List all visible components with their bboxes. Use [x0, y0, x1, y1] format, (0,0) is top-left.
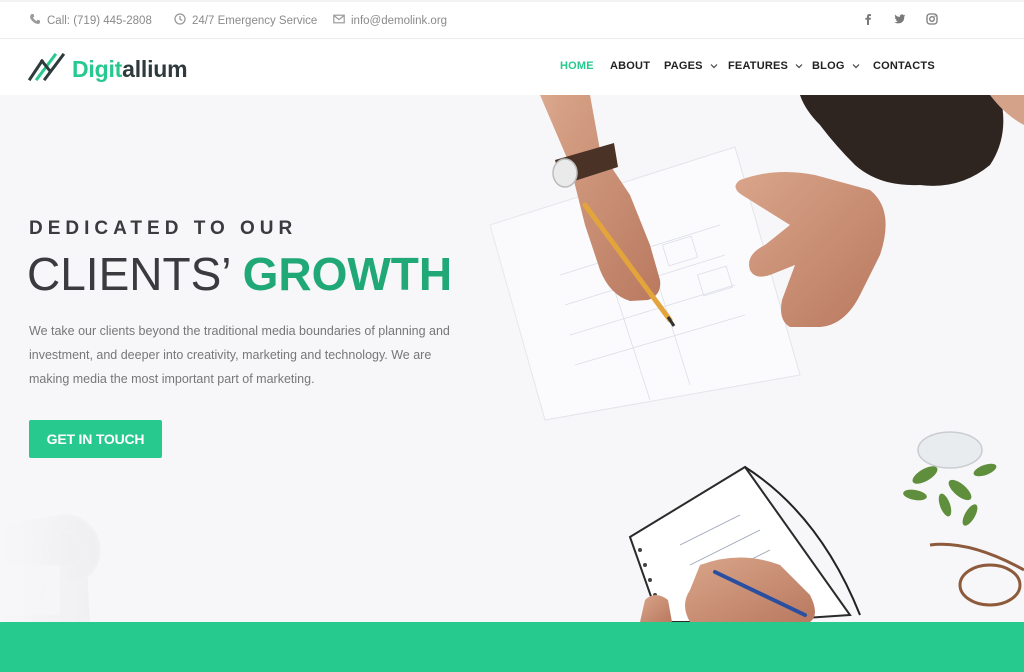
twitter-icon[interactable]: [892, 11, 908, 27]
nav-features[interactable]: FEATURES: [728, 60, 803, 72]
main-nav: HOME ABOUT PAGES FEATURES BLOG CONTACTS: [0, 60, 1024, 76]
nav-contacts[interactable]: CONTACTS: [873, 60, 935, 72]
hero-headline: CLIENTS’ GROWTH: [27, 245, 452, 303]
nav-pages[interactable]: PAGES: [664, 60, 718, 72]
mail-icon: [333, 13, 345, 28]
headline-light: CLIENTS’: [27, 248, 230, 300]
nav-pages-label: PAGES: [664, 60, 703, 72]
facebook-icon[interactable]: [860, 11, 876, 27]
get-in-touch-button[interactable]: GET IN TOUCH: [29, 420, 162, 458]
top-divider: [0, 0, 1024, 2]
top-bar: Call: (719) 445-2808 24/7 Emergency Serv…: [0, 0, 1024, 39]
chevron-down-icon: [852, 60, 860, 72]
nav-home[interactable]: HOME: [560, 60, 594, 72]
nav-about[interactable]: ABOUT: [610, 60, 650, 72]
chevron-down-icon: [795, 60, 803, 72]
clock-icon: [174, 13, 186, 28]
hero-description: We take our clients beyond the tradition…: [29, 324, 450, 386]
nav-contacts-label: CONTACTS: [873, 60, 935, 72]
instagram-icon[interactable]: [924, 11, 940, 27]
phone-icon: [29, 13, 41, 28]
nav-blog-label: BLOG: [812, 60, 845, 72]
nav-about-label: ABOUT: [610, 60, 651, 72]
hero-section: DEDICATED TO OUR CLIENTS’ GROWTH We take…: [0, 95, 1024, 622]
headline-bold: GROWTH: [242, 248, 453, 300]
phone-text: Call: (719) 445-2808: [47, 14, 152, 27]
nav-features-label: FEATURES: [728, 60, 789, 72]
nav-blog[interactable]: BLOG: [812, 60, 860, 72]
email-text: info@demolink.org: [351, 14, 448, 27]
phone-info[interactable]: Call: (719) 445-2808: [29, 13, 152, 28]
chevron-down-icon: [710, 60, 718, 72]
service-text: 24/7 Emergency Service: [192, 14, 318, 27]
green-bottom-band: [0, 622, 1024, 672]
main-header: Digitallium HOME ABOUT PAGES FEATURES BL…: [0, 39, 1024, 95]
email-info[interactable]: info@demolink.org: [333, 13, 447, 28]
hero-eyebrow: DEDICATED TO OUR: [29, 218, 298, 239]
nav-home-label: HOME: [560, 60, 594, 72]
service-info: 24/7 Emergency Service: [174, 13, 317, 28]
